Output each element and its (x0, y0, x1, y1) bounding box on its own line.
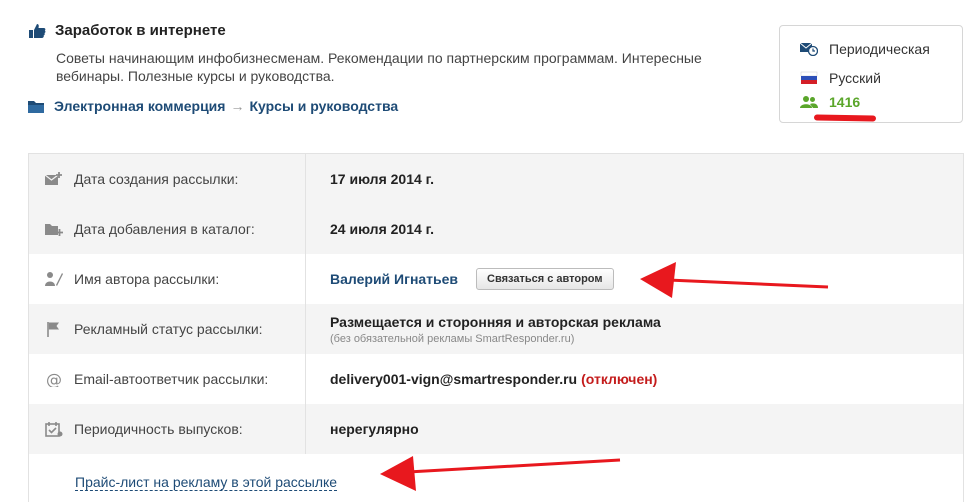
arrow-to-price-link (380, 456, 621, 491)
arrow-to-contact-button (640, 262, 829, 298)
annotation-arrows (380, 262, 829, 491)
